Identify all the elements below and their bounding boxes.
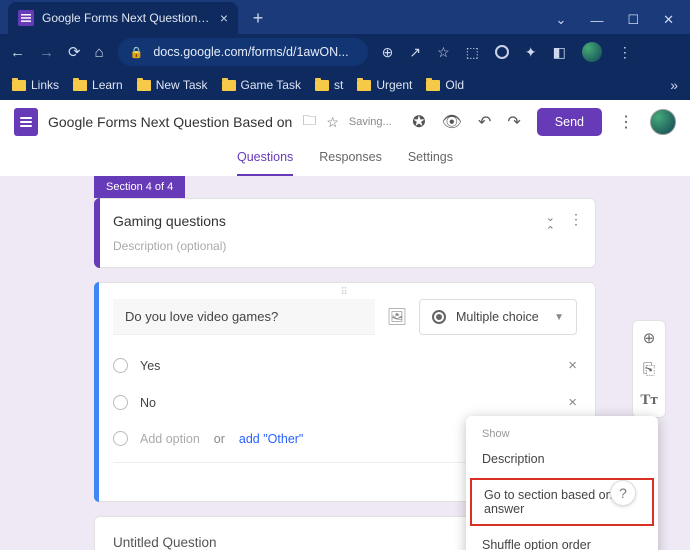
close-window-icon[interactable]: ✕ — [663, 12, 674, 28]
share-icon[interactable]: ↗ — [409, 44, 421, 61]
redo-icon[interactable]: ↷ — [507, 112, 520, 132]
url-input[interactable]: 🔒 docs.google.com/forms/d/1awON... — [118, 38, 368, 66]
section-description[interactable]: Description (optional) — [113, 239, 577, 253]
send-button[interactable]: Send — [537, 108, 602, 136]
radio-icon — [113, 358, 128, 373]
folder-icon — [357, 80, 371, 91]
reload-icon[interactable]: ⟳ — [68, 43, 81, 61]
question-type-label: Multiple choice — [456, 310, 539, 324]
bookmark-old[interactable]: Old — [426, 78, 464, 92]
account-avatar[interactable] — [650, 109, 676, 135]
collapse-icon[interactable]: ⌄⌃ — [546, 211, 555, 237]
new-tab-button[interactable]: + — [244, 4, 272, 32]
home-icon[interactable]: ⌂ — [95, 44, 104, 61]
folder-icon — [222, 80, 236, 91]
menu-show-label: Show — [466, 422, 658, 442]
help-button[interactable]: ? — [610, 480, 636, 506]
forward-icon[interactable]: → — [39, 44, 54, 61]
url-text: docs.google.com/forms/d/1awON... — [153, 45, 355, 59]
profile-avatar[interactable] — [582, 42, 602, 62]
folder-icon — [73, 80, 87, 91]
section-header-card[interactable]: Gaming questions Description (optional) … — [94, 198, 596, 268]
star-form-icon[interactable]: ☆ — [326, 114, 339, 131]
import-questions-icon[interactable]: ⎘ — [643, 361, 655, 378]
window-controls: ⌄ — ☐ ✕ — [556, 6, 690, 34]
tab-responses[interactable]: Responses — [319, 144, 382, 176]
address-bar: ← → ⟳ ⌂ 🔒 docs.google.com/forms/d/1awON.… — [0, 34, 690, 70]
chevron-down-icon: ▼ — [554, 312, 564, 323]
or-text: or — [214, 432, 225, 446]
untitled-question-title[interactable]: Untitled Question — [113, 535, 217, 550]
chevron-down-icon[interactable]: ⌄ — [556, 12, 567, 28]
back-icon[interactable]: ← — [10, 44, 25, 61]
menu-item-shuffle[interactable]: Shuffle option order — [466, 528, 658, 550]
form-canvas: Section 4 of 4 Gaming questions Descript… — [0, 176, 690, 550]
forms-favicon — [18, 10, 34, 26]
browser-titlebar: Google Forms Next Question Bas × + ⌄ — ☐… — [0, 0, 690, 34]
form-title[interactable]: Google Forms Next Question Based on — [48, 114, 292, 130]
folder-icon — [426, 80, 440, 91]
floating-toolbar: ⊕ ⎘ Tᴛ — [632, 320, 666, 418]
more-icon[interactable]: ⋮ — [618, 112, 634, 132]
download-icon[interactable]: ⬚ — [466, 44, 479, 61]
bookmark-game-task[interactable]: Game Task — [222, 78, 301, 92]
bookmark-learn[interactable]: Learn — [73, 78, 123, 92]
section-badge: Section 4 of 4 — [94, 176, 185, 198]
panel-icon[interactable]: ◧ — [553, 44, 566, 61]
browser-tab[interactable]: Google Forms Next Question Bas × — [8, 2, 238, 34]
folder-icon — [315, 80, 329, 91]
undo-icon[interactable]: ↶ — [478, 112, 491, 132]
lock-icon: 🔒 — [130, 46, 144, 59]
bookmark-st[interactable]: st — [315, 78, 343, 92]
section-title[interactable]: Gaming questions — [113, 213, 577, 229]
radio-icon — [432, 310, 446, 324]
tab-close-icon[interactable]: × — [220, 10, 228, 26]
browser-menu-icon[interactable]: ⋮ — [618, 44, 632, 61]
forms-header: Google Forms Next Question Based on 🗀 ☆ … — [0, 100, 690, 144]
question-type-select[interactable]: Multiple choice ▼ — [419, 299, 577, 335]
radio-icon — [113, 395, 128, 410]
tab-questions[interactable]: Questions — [237, 144, 293, 176]
add-question-icon[interactable]: ⊕ — [643, 329, 656, 347]
maximize-icon[interactable]: ☐ — [627, 12, 639, 28]
addons-icon[interactable]: ✪ — [412, 112, 425, 132]
forms-app-icon[interactable] — [14, 108, 38, 136]
add-title-icon[interactable]: Tᴛ — [640, 392, 657, 409]
preview-icon[interactable]: 👁 — [442, 112, 462, 132]
folder-icon — [137, 80, 151, 91]
radio-icon — [113, 431, 128, 446]
option-label[interactable]: Yes — [140, 359, 160, 373]
bookmark-new-task[interactable]: New Task — [137, 78, 208, 92]
form-tabs: Questions Responses Settings — [0, 144, 690, 176]
move-folder-icon[interactable]: 🗀 — [302, 110, 316, 134]
bookmarks-bar: Links Learn New Task Game Task st Urgent… — [0, 70, 690, 100]
remove-option-icon[interactable]: × — [568, 357, 577, 374]
option-label[interactable]: No — [140, 396, 156, 410]
menu-item-description[interactable]: Description — [466, 442, 658, 476]
tab-title: Google Forms Next Question Bas — [42, 11, 212, 25]
bookmark-urgent[interactable]: Urgent — [357, 78, 412, 92]
folder-icon — [12, 80, 26, 91]
zoom-icon[interactable]: ⊕ — [382, 44, 394, 61]
saving-status: Saving... — [349, 116, 392, 128]
add-option-label[interactable]: Add option — [140, 432, 200, 446]
tab-settings[interactable]: Settings — [408, 144, 453, 176]
section-menu-icon[interactable]: ⋮ — [569, 211, 583, 237]
remove-option-icon[interactable]: × — [568, 394, 577, 411]
question-text-input[interactable]: Do you love video games? — [113, 299, 375, 335]
add-image-icon[interactable]: 🖼 — [387, 299, 407, 327]
star-icon[interactable]: ☆ — [437, 44, 450, 61]
bookmark-links[interactable]: Links — [12, 78, 59, 92]
extensions-icon[interactable]: ✦ — [525, 44, 537, 61]
drag-handle-icon[interactable]: ⠿ — [340, 287, 349, 298]
option-row[interactable]: Yes × — [113, 347, 577, 384]
add-other-link[interactable]: add "Other" — [239, 432, 303, 446]
minimize-icon[interactable]: — — [590, 13, 603, 28]
opera-icon[interactable] — [495, 45, 509, 59]
bookmarks-overflow-icon[interactable]: » — [670, 77, 678, 93]
